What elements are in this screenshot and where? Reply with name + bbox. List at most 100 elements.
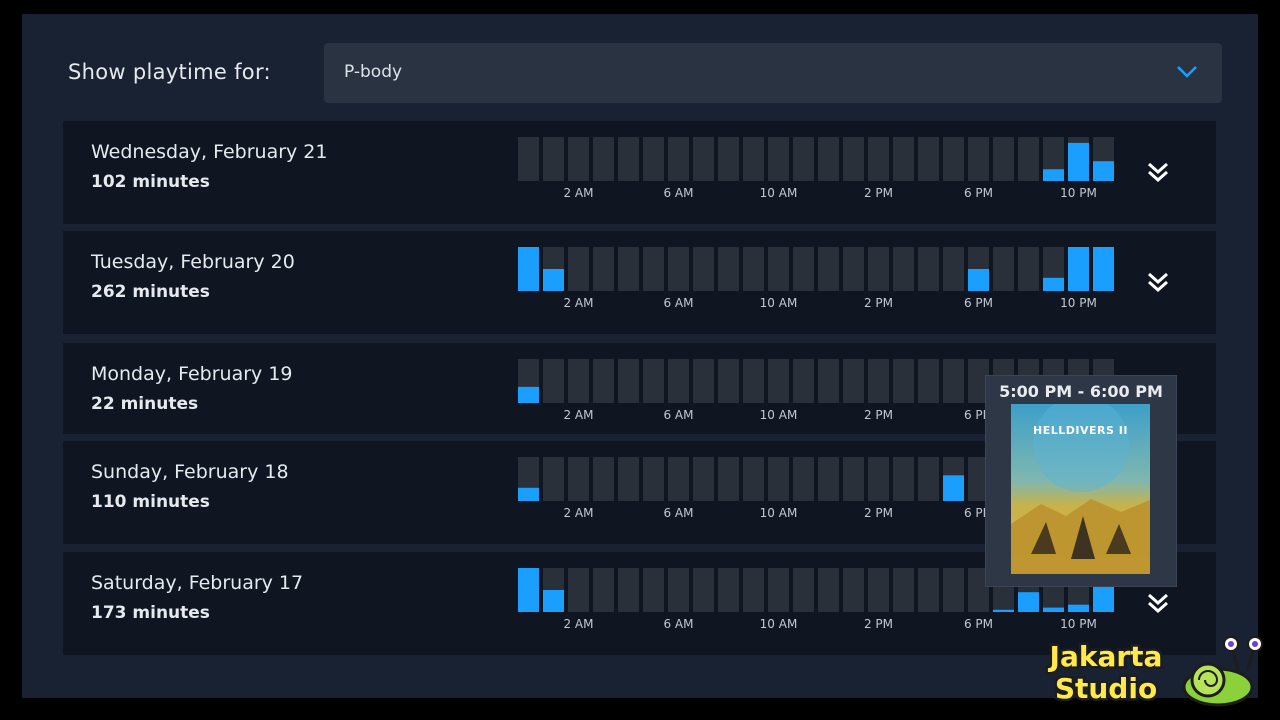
hour-slot[interactable] (893, 247, 914, 291)
hour-slot[interactable] (593, 359, 614, 403)
hour-slot[interactable] (768, 568, 789, 612)
hour-slot[interactable] (918, 359, 939, 403)
hourly-playtime-chart[interactable]: 2 AM 6 AM 10 AM 2 PM 6 PM 10 PM (518, 247, 1118, 323)
hour-slot[interactable] (618, 137, 639, 181)
hour-slot[interactable] (668, 457, 689, 501)
hour-slot[interactable] (743, 247, 764, 291)
playtime-bar[interactable] (993, 609, 1014, 612)
hour-slot[interactable] (868, 457, 889, 501)
hour-slot[interactable] (668, 359, 689, 403)
hour-slot[interactable] (618, 359, 639, 403)
account-select[interactable]: P-body (324, 43, 1222, 103)
expand-chevrons-icon[interactable] (1145, 590, 1171, 616)
hour-slot[interactable] (993, 137, 1014, 181)
playtime-bar[interactable] (1043, 277, 1064, 291)
hour-slot[interactable] (943, 359, 964, 403)
hour-slot[interactable] (568, 457, 589, 501)
hour-slot[interactable] (868, 137, 889, 181)
hour-slot[interactable] (918, 137, 939, 181)
hour-slot[interactable] (668, 137, 689, 181)
hour-slot[interactable] (868, 247, 889, 291)
hour-slot[interactable] (818, 568, 839, 612)
hour-slot[interactable] (718, 457, 739, 501)
hour-slot[interactable] (868, 359, 889, 403)
hour-slot[interactable] (543, 137, 564, 181)
hour-slot[interactable] (693, 137, 714, 181)
hour-slot[interactable] (943, 568, 964, 612)
hour-slot[interactable] (843, 568, 864, 612)
hour-slot[interactable] (643, 457, 664, 501)
hour-slot[interactable] (718, 247, 739, 291)
hour-slot[interactable] (918, 568, 939, 612)
hour-slot[interactable] (793, 457, 814, 501)
hour-slot[interactable] (843, 457, 864, 501)
hour-slot[interactable] (668, 247, 689, 291)
hour-slot[interactable] (618, 247, 639, 291)
hour-slot[interactable] (843, 137, 864, 181)
playtime-bar[interactable] (1068, 142, 1089, 181)
hour-slot[interactable] (893, 137, 914, 181)
hour-slot[interactable] (893, 457, 914, 501)
playtime-bar[interactable] (1043, 607, 1064, 612)
hour-slot[interactable] (593, 568, 614, 612)
playtime-bar[interactable] (518, 487, 539, 501)
hour-slot[interactable] (793, 568, 814, 612)
hour-slot[interactable] (618, 568, 639, 612)
hour-slot[interactable] (593, 137, 614, 181)
hour-slot[interactable] (943, 137, 964, 181)
hour-slot[interactable] (968, 137, 989, 181)
hour-slot[interactable] (743, 137, 764, 181)
hour-slot[interactable] (843, 247, 864, 291)
hour-slot[interactable] (518, 137, 539, 181)
hour-slot[interactable] (1018, 137, 1039, 181)
hour-slot[interactable] (568, 247, 589, 291)
hour-slot[interactable] (693, 359, 714, 403)
hour-slot[interactable] (568, 568, 589, 612)
hour-slot[interactable] (768, 359, 789, 403)
hour-slot[interactable] (568, 359, 589, 403)
hour-slot[interactable] (918, 457, 939, 501)
hour-slot[interactable] (893, 568, 914, 612)
hour-slot[interactable] (593, 457, 614, 501)
playtime-bar[interactable] (1093, 586, 1114, 612)
hour-slot[interactable] (718, 568, 739, 612)
playtime-bar[interactable] (1093, 247, 1114, 291)
hour-slot[interactable] (743, 457, 764, 501)
hour-slot[interactable] (918, 247, 939, 291)
hour-slot[interactable] (1018, 247, 1039, 291)
hour-slot[interactable] (743, 359, 764, 403)
hour-slot[interactable] (868, 568, 889, 612)
hour-slot[interactable] (668, 568, 689, 612)
expand-chevrons-icon[interactable] (1145, 269, 1171, 295)
playtime-bar[interactable] (968, 269, 989, 291)
playtime-bar[interactable] (543, 590, 564, 612)
hour-slot[interactable] (943, 247, 964, 291)
hour-slot[interactable] (768, 457, 789, 501)
playtime-bar[interactable] (543, 269, 564, 291)
hour-slot[interactable] (843, 359, 864, 403)
playtime-bar[interactable] (1068, 604, 1089, 612)
hour-slot[interactable] (793, 247, 814, 291)
hour-slot[interactable] (743, 568, 764, 612)
hour-slot[interactable] (593, 247, 614, 291)
hour-slot[interactable] (793, 359, 814, 403)
hour-slot[interactable] (818, 137, 839, 181)
playtime-bar[interactable] (1093, 161, 1114, 181)
playtime-bar[interactable] (518, 568, 539, 612)
hour-slot[interactable] (643, 568, 664, 612)
playtime-bar[interactable] (518, 247, 539, 291)
hour-slot[interactable] (718, 359, 739, 403)
hour-slot[interactable] (793, 137, 814, 181)
expand-chevrons-icon[interactable] (1145, 159, 1171, 185)
playtime-bar[interactable] (518, 386, 539, 403)
hour-slot[interactable] (643, 137, 664, 181)
hour-slot[interactable] (543, 359, 564, 403)
hour-slot[interactable] (768, 247, 789, 291)
hour-slot[interactable] (568, 137, 589, 181)
hour-slot[interactable] (693, 247, 714, 291)
hour-slot[interactable] (643, 359, 664, 403)
hour-slot[interactable] (768, 137, 789, 181)
playtime-bar[interactable] (1018, 592, 1039, 612)
hour-slot[interactable] (818, 457, 839, 501)
hour-slot[interactable] (893, 359, 914, 403)
